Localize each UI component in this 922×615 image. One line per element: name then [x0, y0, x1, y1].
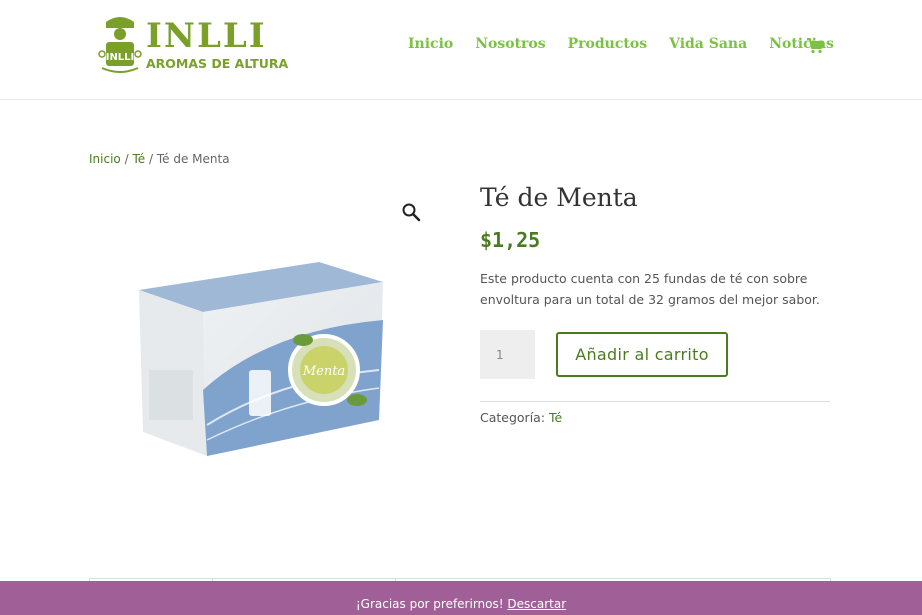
shopping-cart-icon[interactable] [806, 38, 824, 54]
magnifier-icon[interactable] [401, 202, 421, 222]
site-logo[interactable]: INLLI INLLI AROMAS DE ALTURA [98, 14, 288, 78]
dismiss-link[interactable]: Descartar [507, 597, 566, 611]
logo-emblem-icon: INLLI [98, 17, 142, 73]
nav-item-vida-sana[interactable]: Vida Sana [669, 36, 747, 52]
breadcrumb-separator: / [148, 152, 154, 166]
breadcrumb-separator: / [124, 152, 129, 166]
add-to-cart-button[interactable]: Añadir al carrito [556, 332, 728, 377]
quantity-input[interactable] [480, 330, 535, 379]
product-description: Este producto cuenta con 25 fundas de té… [480, 271, 820, 307]
product-gallery[interactable]: Menta [89, 190, 435, 490]
divider [480, 401, 830, 402]
logo-title: INLLI [146, 16, 267, 56]
site-header: INLLI INLLI AROMAS DE ALTURA Inicio Noso… [0, 0, 922, 100]
breadcrumb-home[interactable]: Inicio [89, 152, 121, 166]
nav-item-nosotros[interactable]: Nosotros [475, 36, 545, 52]
breadcrumb: Inicio / Té / Té de Menta [89, 152, 230, 166]
box-label: Menta [302, 364, 345, 379]
breadcrumb-category[interactable]: Té [132, 152, 145, 166]
nav-item-noticias[interactable]: Noticias [769, 36, 834, 52]
logo-subtitle: AROMAS DE ALTURA [146, 56, 289, 71]
product-title: Té de Menta [480, 183, 638, 212]
category-link[interactable]: Té [549, 410, 562, 425]
category-label: Categoría: [480, 410, 546, 425]
product-price: $1,25 [480, 228, 541, 252]
product-meta: Categoría: Té [480, 410, 832, 425]
svg-text:INLLI: INLLI [106, 52, 135, 63]
nav-item-productos[interactable]: Productos [568, 36, 647, 52]
main-nav: Inicio Nosotros Productos Vida Sana Noti… [408, 36, 856, 52]
add-to-cart-form: Añadir al carrito [480, 330, 832, 379]
nav-item-inicio[interactable]: Inicio [408, 36, 453, 52]
product-image[interactable]: Menta [129, 260, 389, 460]
product-summary: Té de Menta $1,25 Este producto cuenta c… [480, 182, 832, 425]
notice-text: ¡Gracias por preferirnos! [355, 597, 504, 611]
store-notice: ¡Gracias por preferirnos! Descartar [0, 581, 922, 615]
breadcrumb-current: Té de Menta [156, 152, 230, 166]
